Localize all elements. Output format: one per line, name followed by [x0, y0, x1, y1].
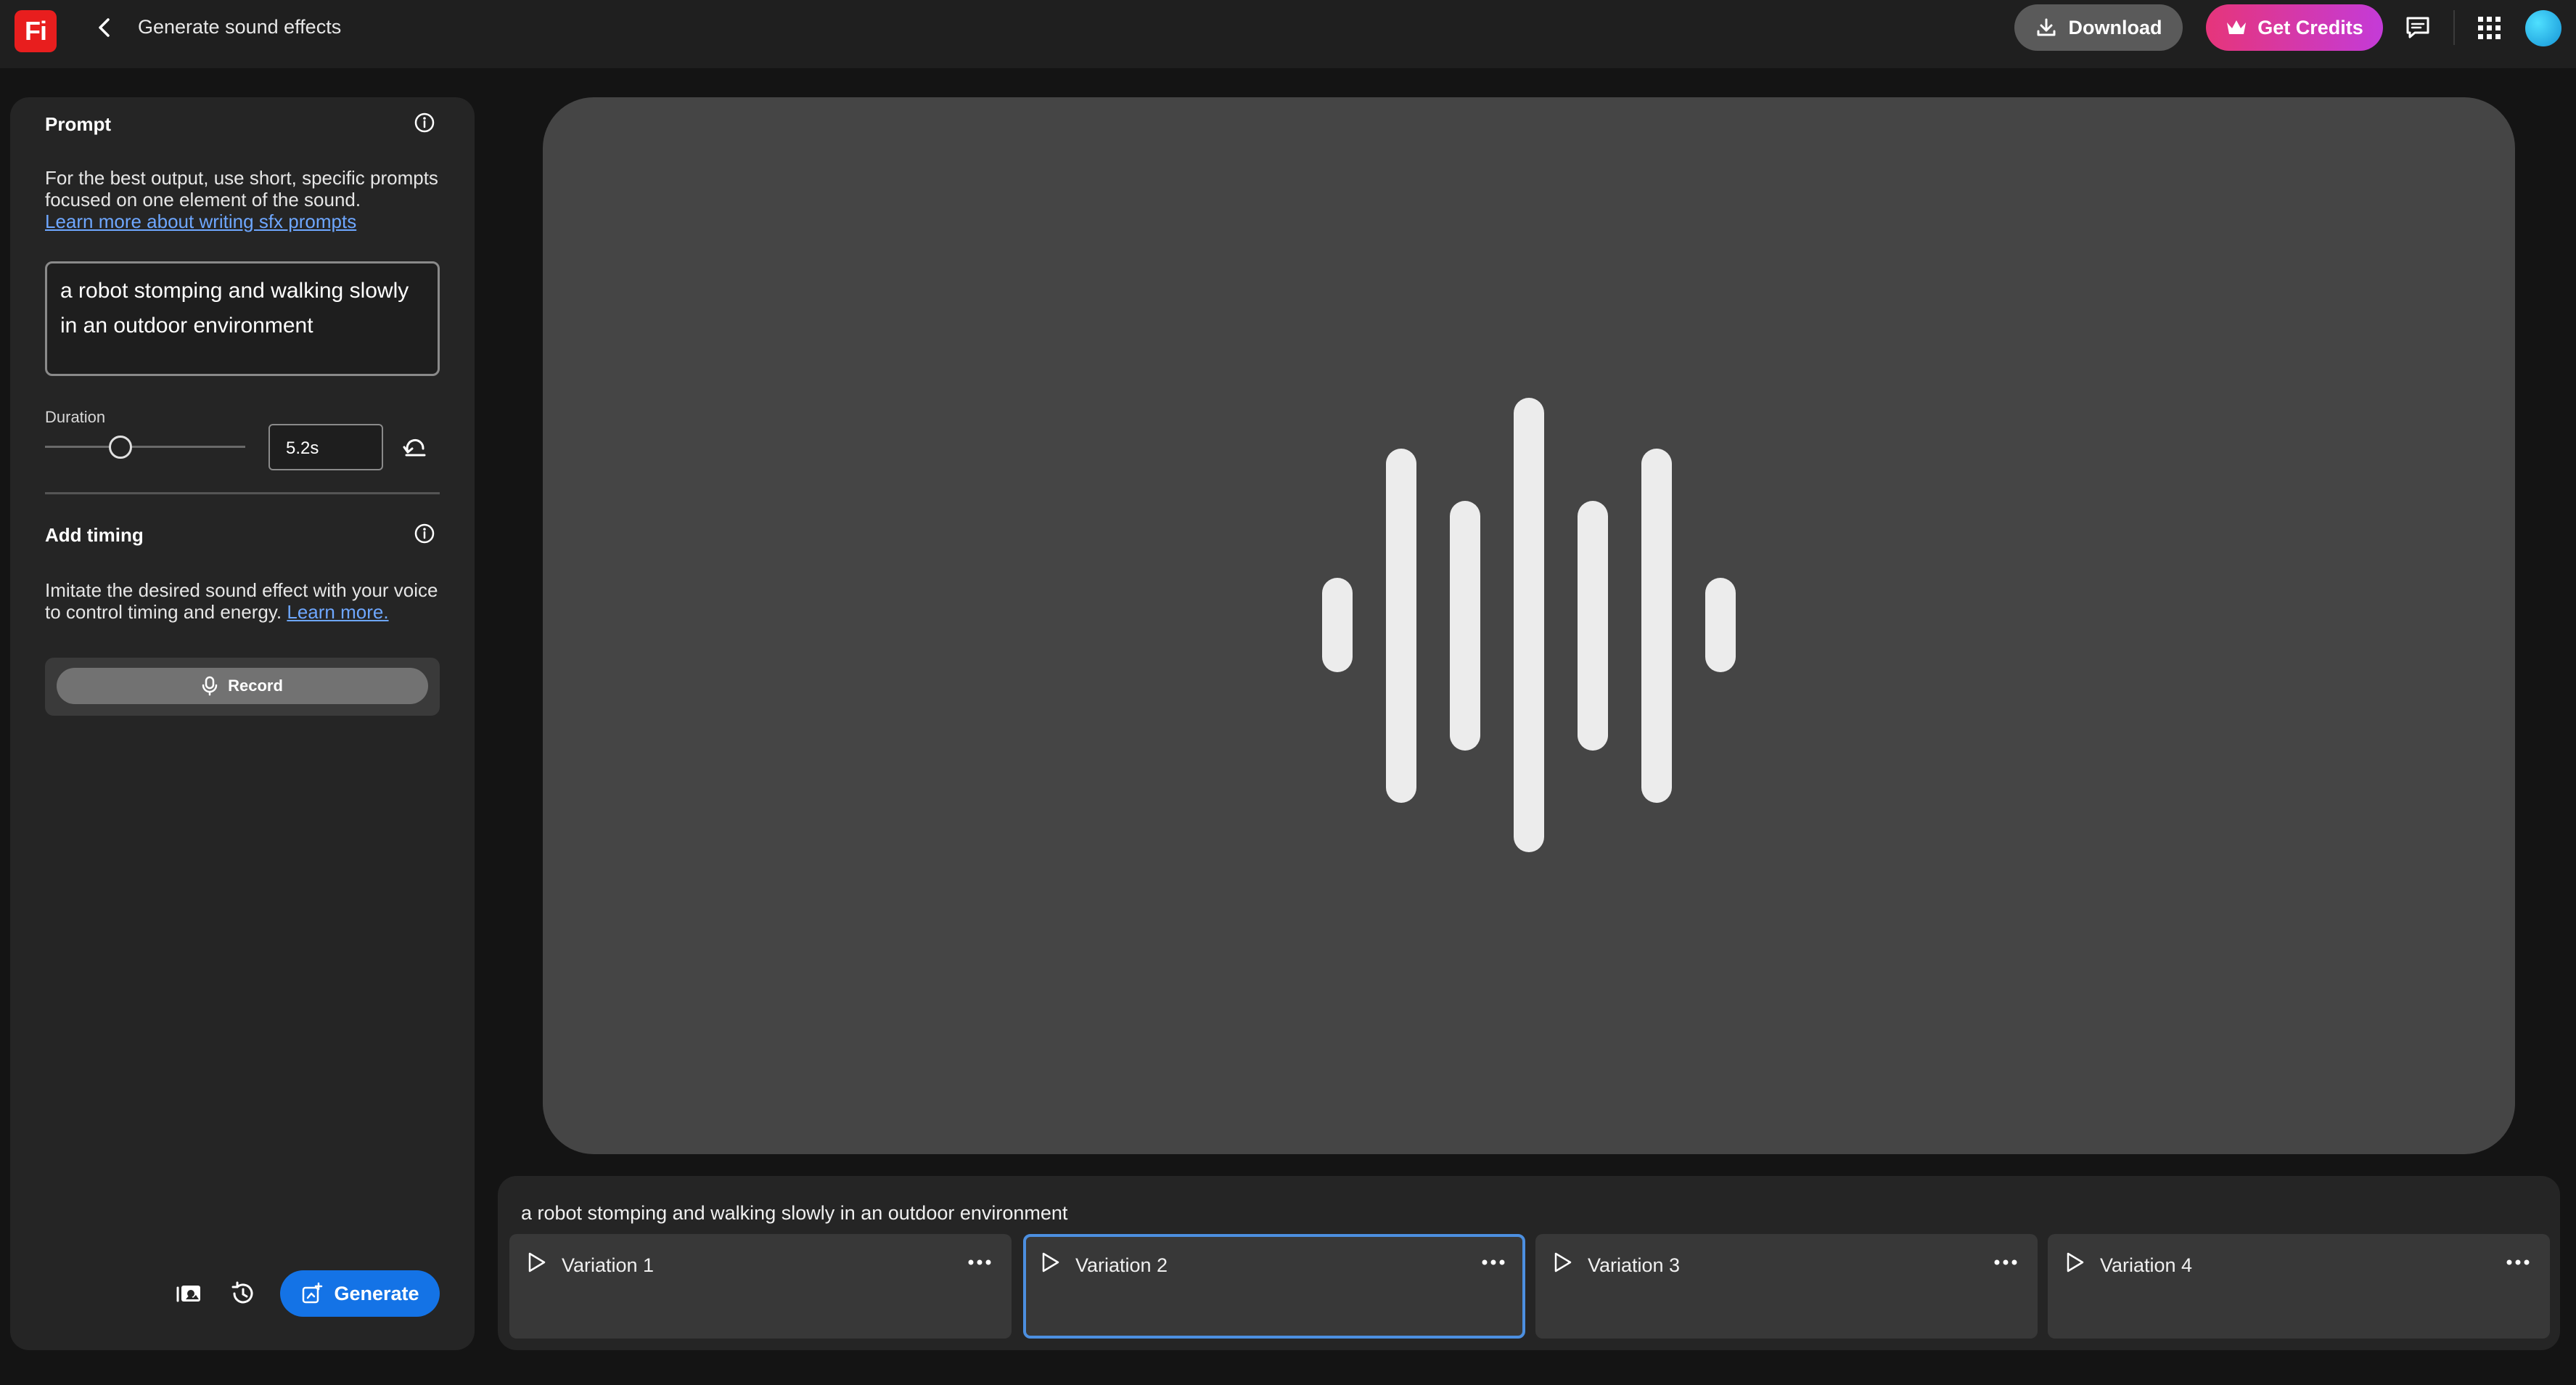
learn-prompts-link[interactable]: Learn more about writing sfx prompts	[45, 211, 356, 232]
apps-button[interactable]	[2474, 13, 2503, 42]
play-button[interactable]	[525, 1251, 547, 1273]
more-horizontal-icon	[968, 1259, 991, 1265]
play-icon	[2067, 1252, 2084, 1272]
more-horizontal-icon	[2506, 1259, 2530, 1265]
variation-label: Variation 2	[1075, 1254, 1168, 1276]
more-options-button[interactable]	[2503, 1251, 2532, 1273]
prompt-input-line: a robot stomping and walking slowly	[60, 279, 409, 303]
variation-card-2[interactable]: Variation 2	[1023, 1234, 1525, 1339]
download-label: Download	[2068, 16, 2162, 38]
microphone-icon	[202, 676, 218, 696]
prompt-section-title: Prompt	[45, 113, 111, 135]
more-options-button[interactable]	[1479, 1251, 1508, 1273]
info-icon	[414, 523, 435, 544]
download-button[interactable]: Download	[2014, 4, 2183, 51]
section-divider	[45, 492, 440, 494]
record-button[interactable]: Record	[57, 668, 428, 704]
waveform-bar	[1578, 501, 1608, 751]
variation-card-3[interactable]: Variation 3	[1535, 1234, 2038, 1339]
settings-panel: Prompt For the best output, use short, s…	[10, 97, 475, 1350]
prompt-help-line: For the best output, use short, specific…	[45, 167, 438, 189]
waveform-bar	[1514, 398, 1544, 852]
record-label: Record	[228, 677, 283, 695]
prompt-info-button[interactable]	[414, 112, 435, 134]
get-credits-button[interactable]: Get Credits	[2206, 4, 2383, 51]
prompt-help-line: focused on one element of the sound.	[45, 189, 361, 211]
image-stack-icon	[176, 1286, 200, 1302]
history-icon	[231, 1281, 253, 1304]
variation-label: Variation 1	[562, 1254, 655, 1276]
generate-icon	[303, 1282, 323, 1304]
duration-slider-thumb[interactable]	[109, 436, 132, 459]
waveform-bar	[1386, 449, 1416, 803]
more-horizontal-icon	[1482, 1259, 1505, 1265]
feedback-button[interactable]	[2403, 13, 2432, 42]
logo-text: Fi	[25, 16, 47, 46]
prompt-input[interactable]: a robot stomping and walking slowly in a…	[45, 261, 440, 376]
variation-card-4[interactable]: Variation 4	[2048, 1234, 2550, 1339]
waveform-bar	[1641, 449, 1672, 803]
timing-help-line: Imitate the desired sound effect with yo…	[45, 579, 438, 601]
crown-icon	[2227, 20, 2247, 34]
play-button[interactable]	[1551, 1251, 1573, 1273]
apps-grid-icon	[2478, 17, 2501, 39]
duration-label: Duration	[45, 408, 106, 426]
chevron-left-icon	[99, 18, 110, 37]
chat-bubble-icon	[2406, 17, 2429, 38]
page-title: Generate sound effects	[138, 16, 342, 38]
back-button[interactable]	[90, 13, 119, 42]
play-button[interactable]	[2064, 1251, 2085, 1273]
variation-card-1[interactable]: Variation 1	[509, 1234, 1012, 1339]
variation-label: Variation 3	[1588, 1254, 1681, 1276]
more-options-button[interactable]	[965, 1251, 994, 1273]
header-divider	[2453, 10, 2455, 45]
waveform-bar	[1705, 578, 1736, 672]
user-avatar[interactable]	[2525, 10, 2561, 46]
duration-field[interactable]: 5.2s	[268, 424, 383, 470]
prompt-input-line: in an outdoor environment	[60, 314, 313, 338]
play-button[interactable]	[1039, 1251, 1061, 1273]
record-container: Record	[45, 658, 440, 716]
gallery-button[interactable]	[174, 1279, 203, 1308]
play-icon	[528, 1252, 546, 1272]
variation-label: Variation 4	[2100, 1254, 2193, 1276]
duration-slider-track[interactable]	[45, 446, 245, 448]
sound-preview-canvas	[543, 97, 2515, 1154]
history-button[interactable]	[228, 1279, 257, 1308]
info-icon	[414, 113, 435, 133]
play-icon	[1042, 1252, 1059, 1272]
more-horizontal-icon	[1994, 1259, 2017, 1265]
results-panel: a robot stomping and walking slowly in a…	[498, 1176, 2560, 1350]
top-bar: Fi Generate sound effects Download Get C…	[0, 0, 2576, 68]
reset-duration-button[interactable]	[402, 434, 428, 460]
generate-label: Generate	[334, 1282, 419, 1304]
waveform-bar	[1322, 578, 1353, 672]
timing-help-text: Imitate the desired sound effect with yo…	[45, 579, 451, 623]
timing-section-title: Add timing	[45, 524, 144, 546]
play-icon	[1554, 1252, 1572, 1272]
waveform-bar	[1450, 501, 1480, 751]
timing-help-line: to control timing and energy.	[45, 601, 287, 623]
get-credits-label: Get Credits	[2257, 16, 2363, 38]
timing-info-button[interactable]	[414, 523, 435, 544]
results-prompt-text: a robot stomping and walking slowly in a…	[521, 1202, 1068, 1224]
app-logo[interactable]: Fi	[15, 10, 57, 52]
prompt-help-text: For the best output, use short, specific…	[45, 167, 451, 232]
more-options-button[interactable]	[1991, 1251, 2020, 1273]
learn-timing-link[interactable]: Learn more.	[287, 601, 388, 623]
generate-button[interactable]: Generate	[280, 1270, 440, 1317]
undo-icon	[403, 438, 426, 457]
download-icon	[2037, 18, 2055, 36]
